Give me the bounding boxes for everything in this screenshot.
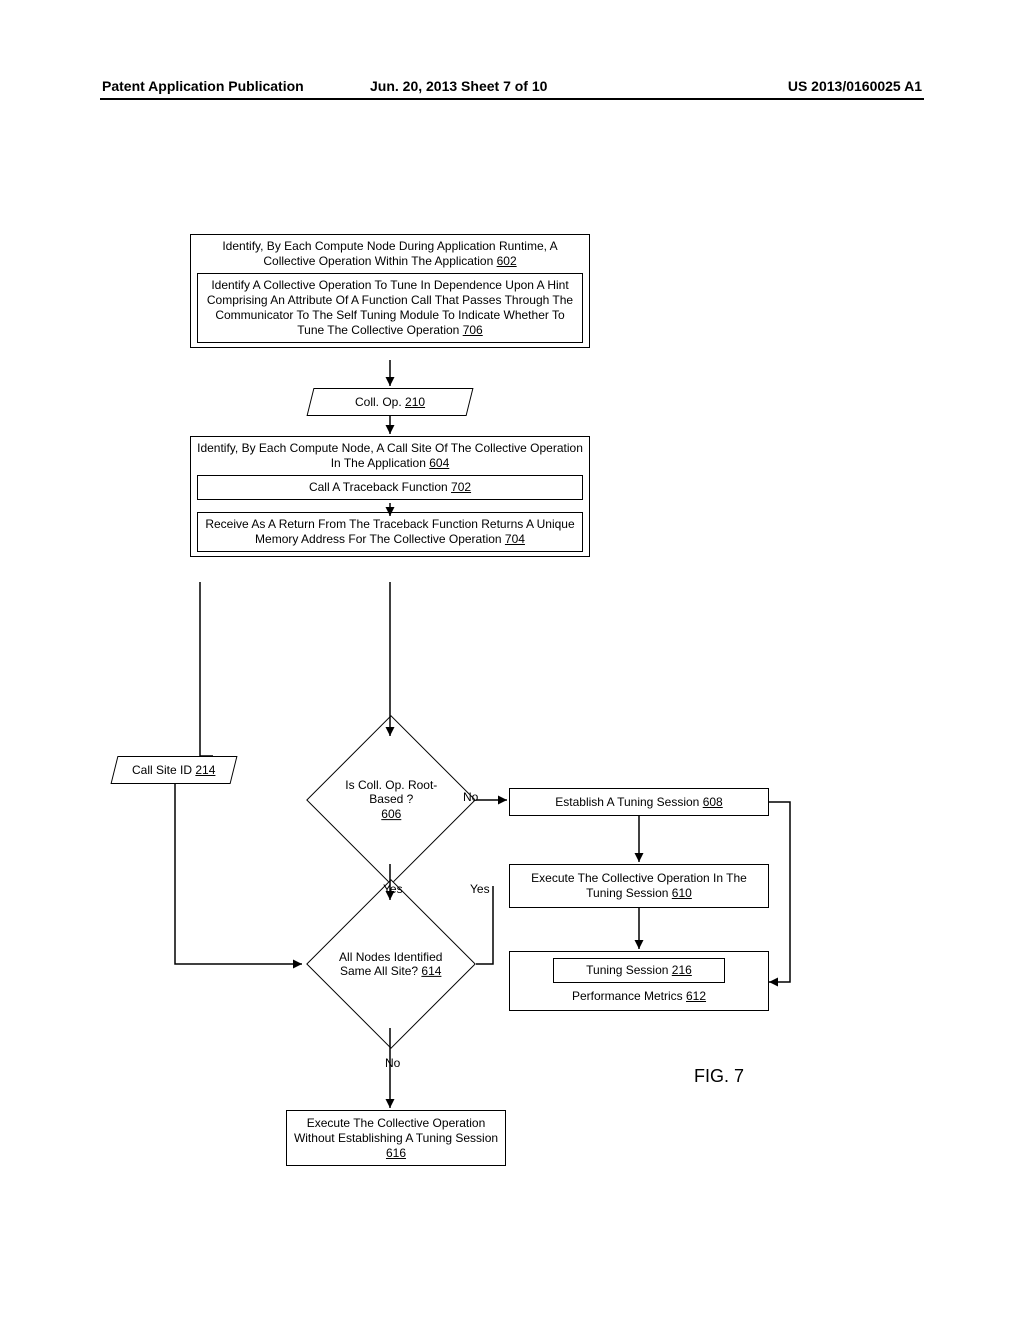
label-no-614: No <box>385 1056 400 1070</box>
figure-label: FIG. 7 <box>694 1066 744 1087</box>
process-706: Identify A Collective Operation To Tune … <box>197 273 583 343</box>
header-left: Patent Application Publication <box>102 78 304 94</box>
process-216: Tuning Session 216 <box>553 958 725 983</box>
header-rule <box>100 98 924 100</box>
process-602-title: Identify, By Each Compute Node During Ap… <box>197 239 583 269</box>
label-yes-606: Yes <box>383 882 403 896</box>
decision-614: All Nodes Identified Same All Site? 614 <box>306 879 476 1049</box>
process-612-label: Performance Metrics 612 <box>572 989 706 1004</box>
process-702: Call A Traceback Function 702 <box>197 475 583 500</box>
process-704: Receive As A Return From The Traceback F… <box>197 512 583 552</box>
label-yes-614: Yes <box>470 882 490 896</box>
page: Patent Application Publication Jun. 20, … <box>0 0 1024 1320</box>
flow-arrows <box>0 0 1024 1320</box>
decision-606: Is Coll. Op. Root-Based ?606 <box>306 715 476 885</box>
process-612: Tuning Session 216 Performance Metrics 6… <box>509 951 769 1011</box>
process-616: Execute The Collective Operation Without… <box>286 1110 506 1166</box>
process-604: Identify, By Each Compute Node, A Call S… <box>190 436 590 557</box>
data-210: Coll. Op. 210 <box>307 388 474 416</box>
header-center: Jun. 20, 2013 Sheet 7 of 10 <box>370 78 547 94</box>
data-214: Call Site ID 214 <box>111 756 238 784</box>
header-right: US 2013/0160025 A1 <box>788 78 922 94</box>
label-no-606: No <box>463 790 478 804</box>
process-608: Establish A Tuning Session 608 <box>509 788 769 816</box>
process-610: Execute The Collective Operation In The … <box>509 864 769 908</box>
process-604-title: Identify, By Each Compute Node, A Call S… <box>197 441 583 471</box>
process-602: Identify, By Each Compute Node During Ap… <box>190 234 590 348</box>
